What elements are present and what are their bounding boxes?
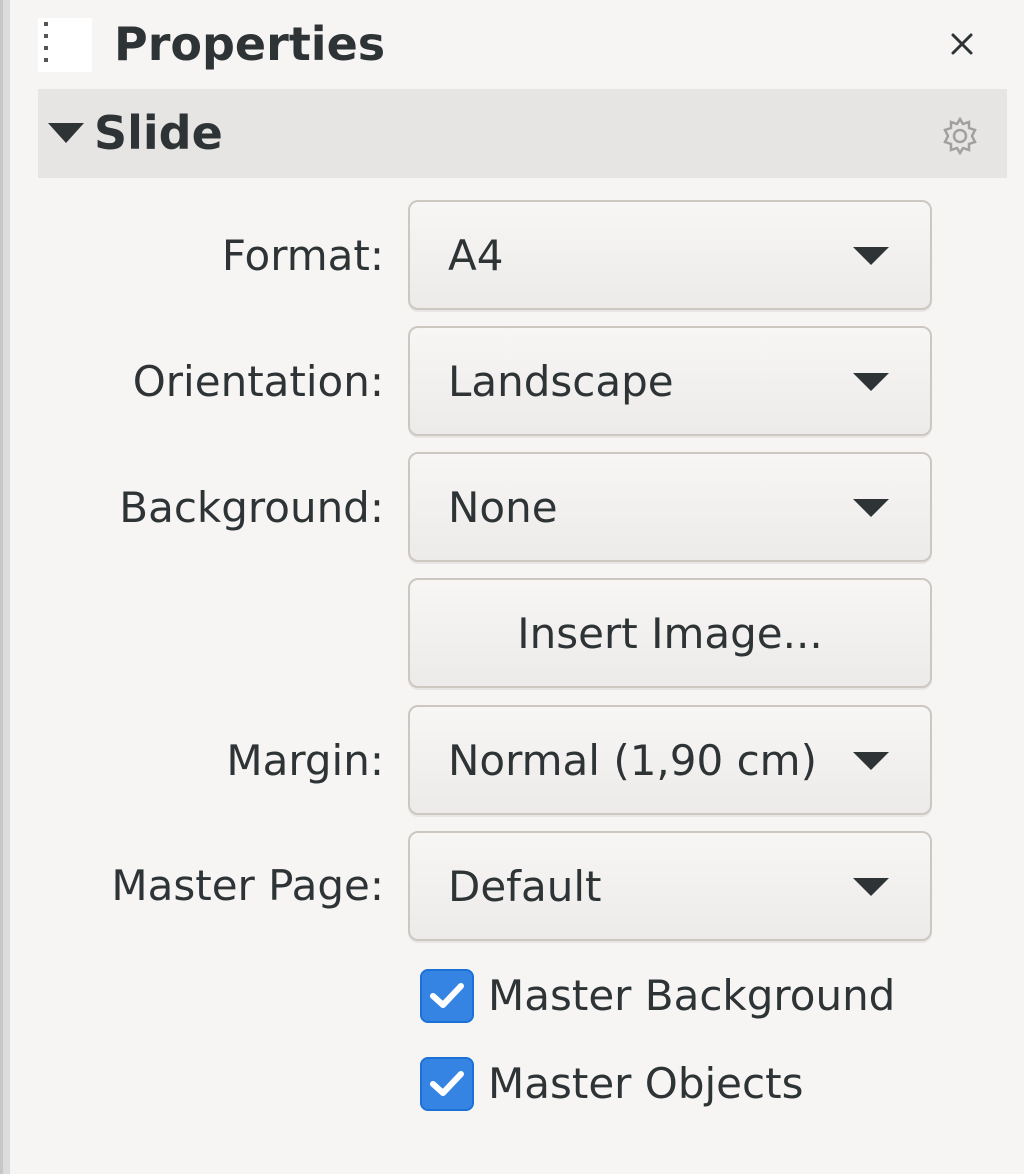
master-objects-checkbox[interactable] [420,1057,474,1111]
master-objects-row[interactable]: Master Objects [420,1056,803,1112]
chevron-down-icon [853,247,889,265]
chevron-down-icon [853,373,889,391]
margin-value: Normal (1,90 cm) [448,736,817,785]
format-dropdown[interactable]: A4 [408,200,932,310]
panel-title: Properties [114,17,386,71]
gear-icon [943,116,977,156]
section-options-button[interactable] [938,114,982,158]
triangle-down-icon[interactable] [46,121,86,145]
chevron-down-icon [853,752,889,770]
orientation-value: Landscape [448,357,674,406]
master-page-value: Default [448,862,602,911]
chevron-down-icon [853,878,889,896]
checkmark-icon [430,1071,464,1096]
orientation-label: Orientation: [132,357,384,406]
format-value: A4 [448,231,504,280]
master-page-label: Master Page: [111,861,384,910]
master-objects-label: Master Objects [488,1059,804,1108]
master-background-checkbox[interactable] [420,969,474,1023]
master-background-row[interactable]: Master Background [420,968,895,1024]
background-dropdown[interactable]: None [408,452,932,562]
close-button[interactable] [938,20,986,68]
insert-image-label: Insert Image... [517,609,823,658]
chevron-down-icon [853,499,889,517]
drag-handle-dots [44,22,50,70]
insert-image-button[interactable]: Insert Image... [408,578,932,688]
panel-left-border-inner [3,0,10,1174]
background-label: Background: [119,483,384,532]
margin-dropdown[interactable]: Normal (1,90 cm) [408,705,932,815]
section-title: Slide [94,106,223,160]
format-label: Format: [221,231,384,280]
margin-label: Margin: [226,736,384,785]
master-page-dropdown[interactable]: Default [408,831,932,941]
orientation-dropdown[interactable]: Landscape [408,326,932,436]
master-background-label: Master Background [488,971,896,1020]
section-header-slide[interactable]: Slide [38,89,1007,178]
background-value: None [448,483,558,532]
close-icon [951,33,973,55]
checkmark-icon [430,983,464,1008]
